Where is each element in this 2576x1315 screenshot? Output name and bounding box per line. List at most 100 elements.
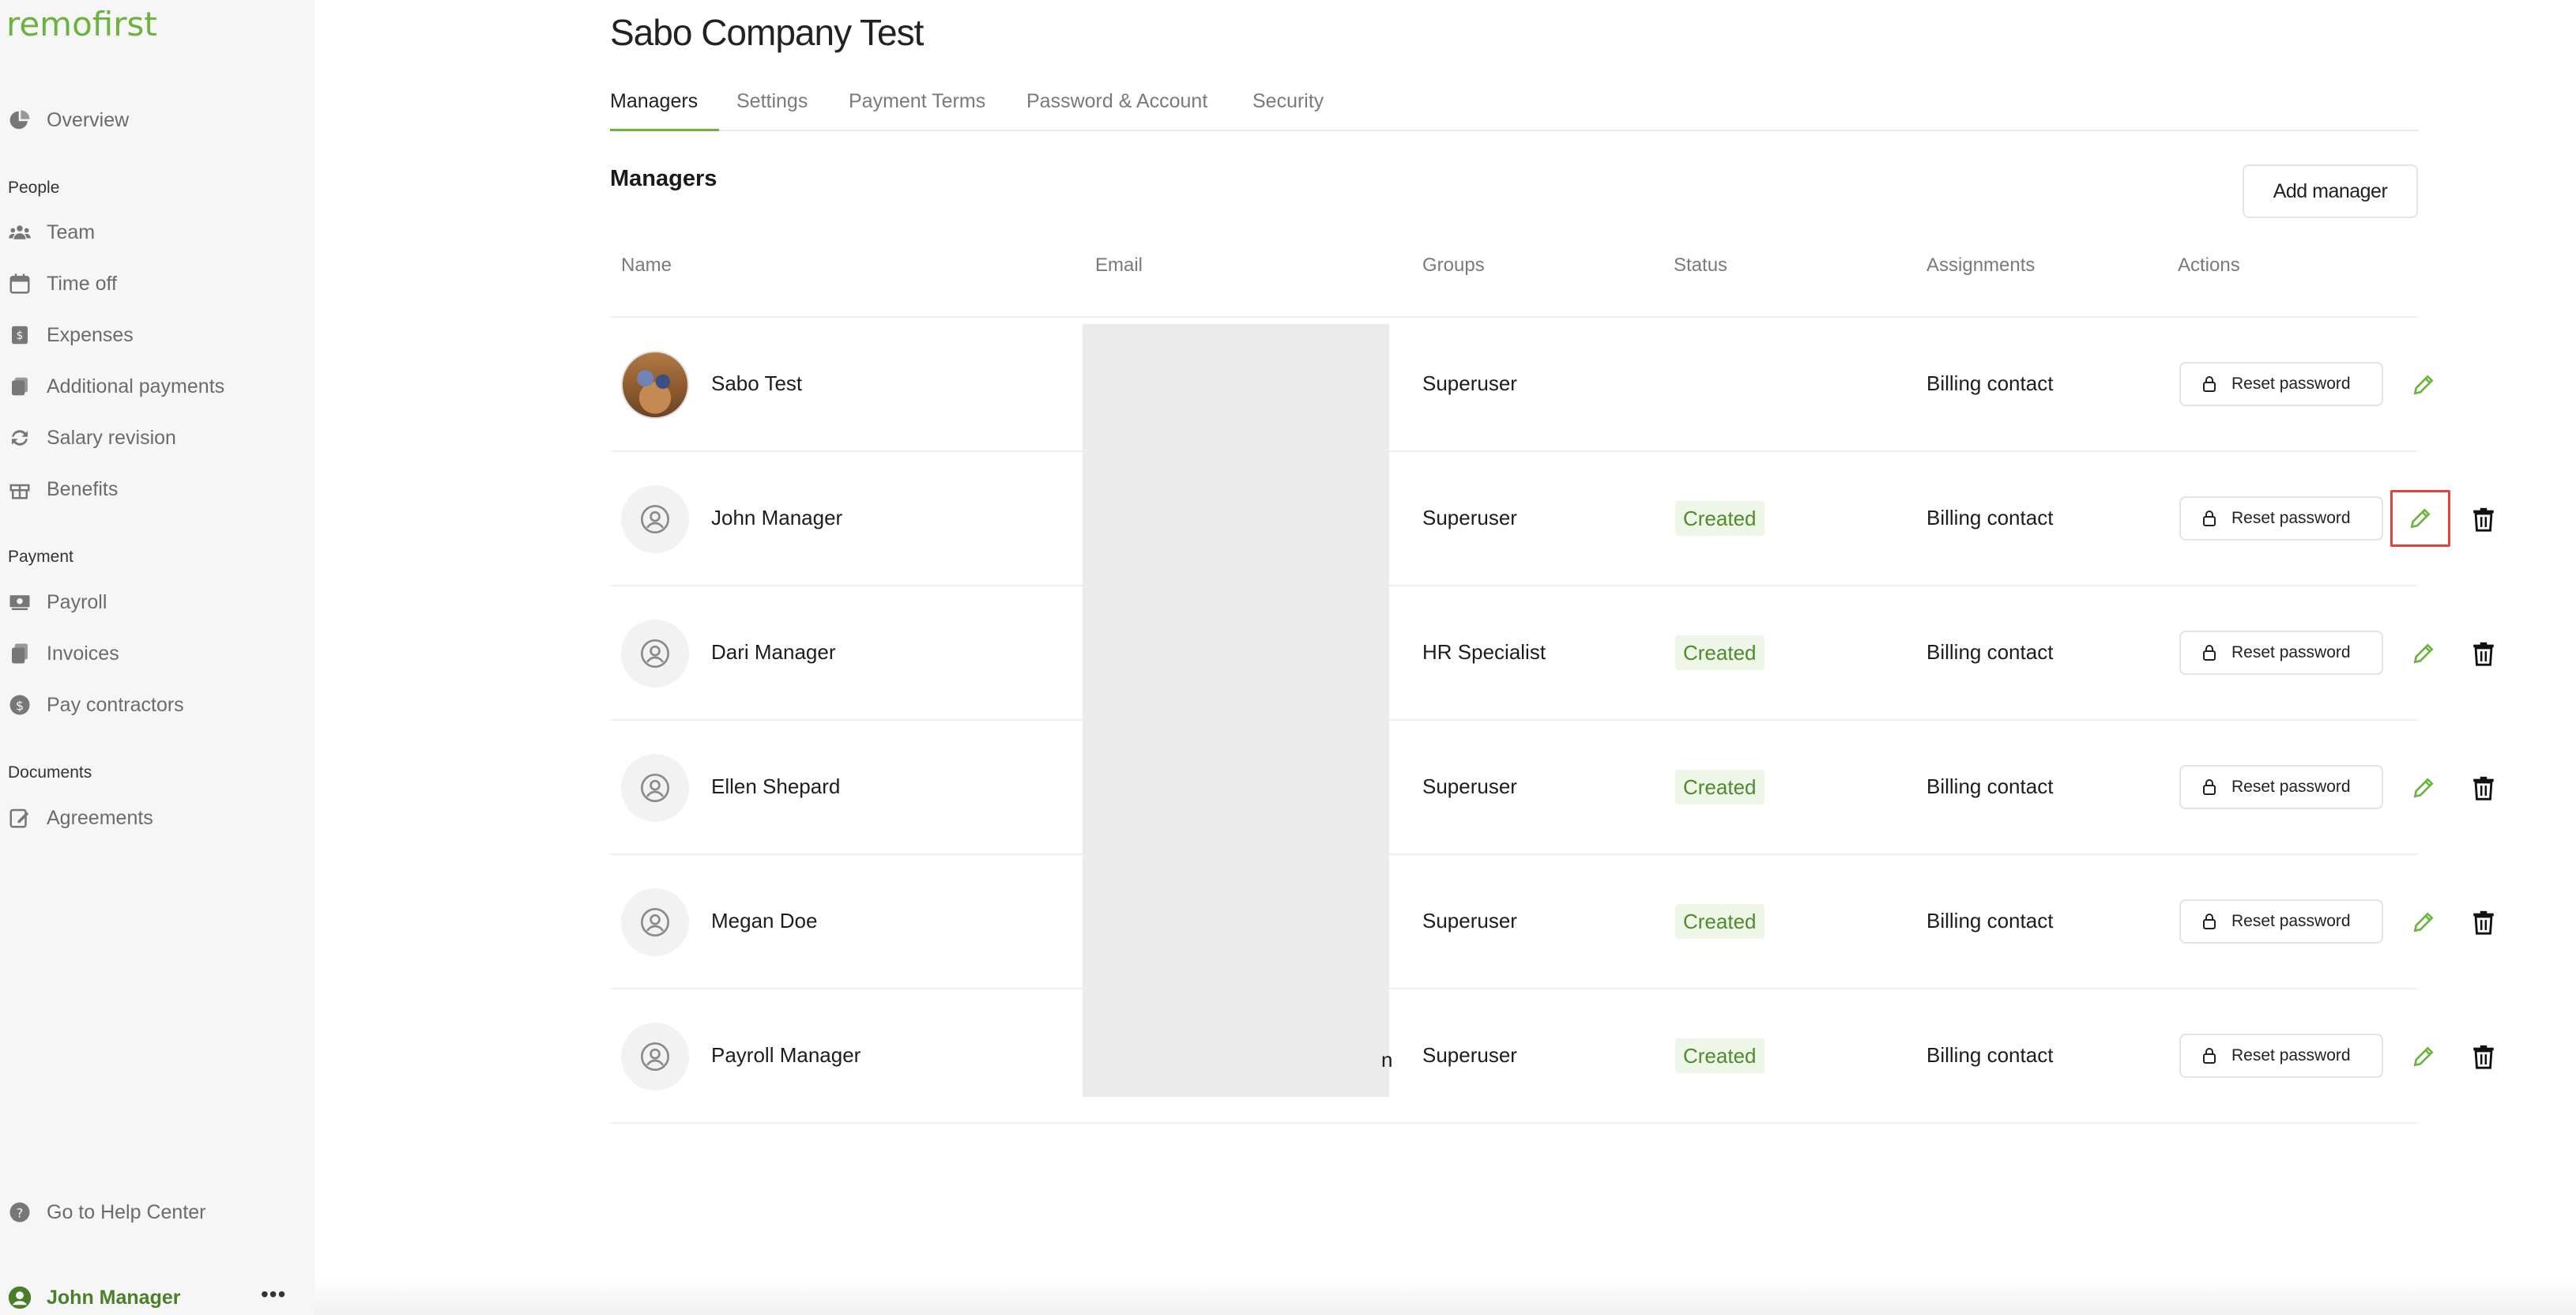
documents-icon [6,640,33,667]
manager-group: Superuser [1422,1043,1517,1067]
table-row: Payroll Manager Superuser Created Billin… [610,989,2494,1124]
sidebar-item-pay-contractors[interactable]: $ Pay contractors [6,688,184,722]
reset-password-button[interactable]: Reset password [2179,1034,2383,1078]
dollar-coin-icon: $ [6,691,33,718]
reset-password-button[interactable]: Reset password [2179,631,2383,675]
delete-manager-button[interactable] [2464,499,2503,539]
sidebar-item-team[interactable]: Team [6,215,95,250]
delete-manager-button[interactable] [2464,634,2503,673]
delete-manager-button[interactable] [2464,768,2503,808]
trash-icon [2473,910,2494,935]
add-manager-button[interactable]: Add manager [2243,164,2418,218]
tab-security[interactable]: Security [1252,90,1324,113]
lock-icon [2200,509,2219,528]
reset-password-label: Reset password [2231,912,2351,930]
pencil-icon [2410,508,2431,529]
manager-assignment: Billing contact [1926,1043,2054,1067]
edit-manager-button[interactable] [2404,902,2443,942]
user-avatar-icon [6,1284,33,1311]
lock-icon [2200,1046,2219,1065]
reset-password-button[interactable]: Reset password [2179,496,2383,541]
user-placeholder-icon [641,774,669,802]
sidebar-item-help-center[interactable]: ? Go to Help Center [6,1195,206,1230]
money-icon [6,589,33,616]
section-label-documents: Documents [8,763,92,782]
edit-manager-button[interactable] [2404,365,2443,405]
sidebar-item-label: Agreements [47,806,153,829]
sidebar: remofirst Overview People Team Time off … [0,0,314,1315]
more-options-button[interactable]: ••• [261,1282,286,1307]
column-header-email: Email [1095,254,1143,276]
page-title: Sabo Company Test [610,12,924,53]
managers-section-title: Managers [610,166,717,191]
sidebar-item-payroll[interactable]: Payroll [6,585,107,620]
team-icon [6,219,33,246]
sidebar-item-time-off[interactable]: Time off [6,266,117,301]
sidebar-item-overview[interactable]: Overview [6,103,129,138]
tab-managers[interactable]: Managers [610,90,698,113]
refresh-icon [6,424,33,451]
status-badge: Created [1675,501,1764,536]
manager-group: Superuser [1422,909,1517,933]
sidebar-item-benefits[interactable]: Benefits [6,472,118,507]
sidebar-item-additional-payments[interactable]: Additional payments [6,369,224,404]
sidebar-item-label: Expenses [47,323,134,346]
current-user-name: John Manager [47,1286,181,1309]
manager-assignment: Billing contact [1926,506,2054,529]
sidebar-item-salary-revision[interactable]: Salary revision [6,420,176,455]
sidebar-item-label: Overview [47,108,130,131]
manager-group: HR Specialist [1422,640,1546,664]
manager-assignment: Billing contact [1926,640,2054,664]
manager-assignment: Billing contact [1926,774,2054,798]
table-row: Sabo Test Superuser Billing contact Rese… [610,318,2434,452]
current-user[interactable]: John Manager [6,1282,291,1313]
help-icon: ? [6,1199,33,1226]
reset-password-button[interactable]: Reset password [2179,765,2383,809]
edit-manager-button[interactable] [2404,768,2443,808]
avatar [621,351,689,419]
delete-manager-button[interactable] [2464,902,2503,942]
tab-bar: Managers Settings Payment Terms Password… [610,87,2418,131]
status-badge: Created [1675,770,1764,804]
lock-icon [2200,912,2219,931]
manager-name: Sabo Test [711,371,803,395]
pencil-icon [2413,375,2434,395]
avatar [621,485,689,553]
edit-manager-button[interactable] [2404,1037,2443,1076]
manager-name: Megan Doe [711,909,818,933]
email-column-redaction [1083,324,1389,1097]
reset-password-label: Reset password [2231,643,2351,661]
avatar [621,888,689,956]
sidebar-item-agreements[interactable]: Agreements [6,801,153,835]
svg-text:$: $ [16,698,24,713]
active-tab-indicator [610,129,719,131]
manager-name: Ellen Shepard [711,774,841,798]
manager-group: Superuser [1422,371,1517,395]
reset-password-button[interactable]: Reset password [2179,899,2383,944]
remofirst-logo[interactable]: remofirst [6,5,157,43]
tab-password-account[interactable]: Password & Account [1026,90,1207,113]
manager-name: Payroll Manager [711,1043,861,1067]
reset-password-button[interactable]: Reset password [2179,362,2383,406]
svg-text:$: $ [17,330,24,342]
pie-chart-icon [6,107,33,134]
pencil-icon [2413,778,2434,798]
user-placeholder-icon [641,505,669,533]
sidebar-item-invoices[interactable]: Invoices [6,636,119,671]
manager-group: Superuser [1422,774,1517,798]
sidebar-item-label: Team [47,220,96,243]
lock-icon [2200,643,2219,662]
delete-manager-button[interactable] [2464,1037,2503,1076]
gift-icon [6,476,33,503]
status-badge: Created [1675,635,1764,670]
tab-payment-terms[interactable]: Payment Terms [849,90,985,113]
status-badge: Created [1675,1038,1764,1073]
edit-manager-button[interactable] [2390,490,2450,547]
edit-manager-button[interactable] [2404,634,2443,673]
table-row: Dari Manager HR Specialist Created Billi… [610,586,2494,721]
column-header-status: Status [1674,254,1728,276]
sidebar-item-expenses[interactable]: $ Expenses [6,318,134,352]
user-placeholder-icon [641,1042,669,1071]
tab-settings[interactable]: Settings [736,90,808,113]
user-placeholder-icon [641,639,669,668]
